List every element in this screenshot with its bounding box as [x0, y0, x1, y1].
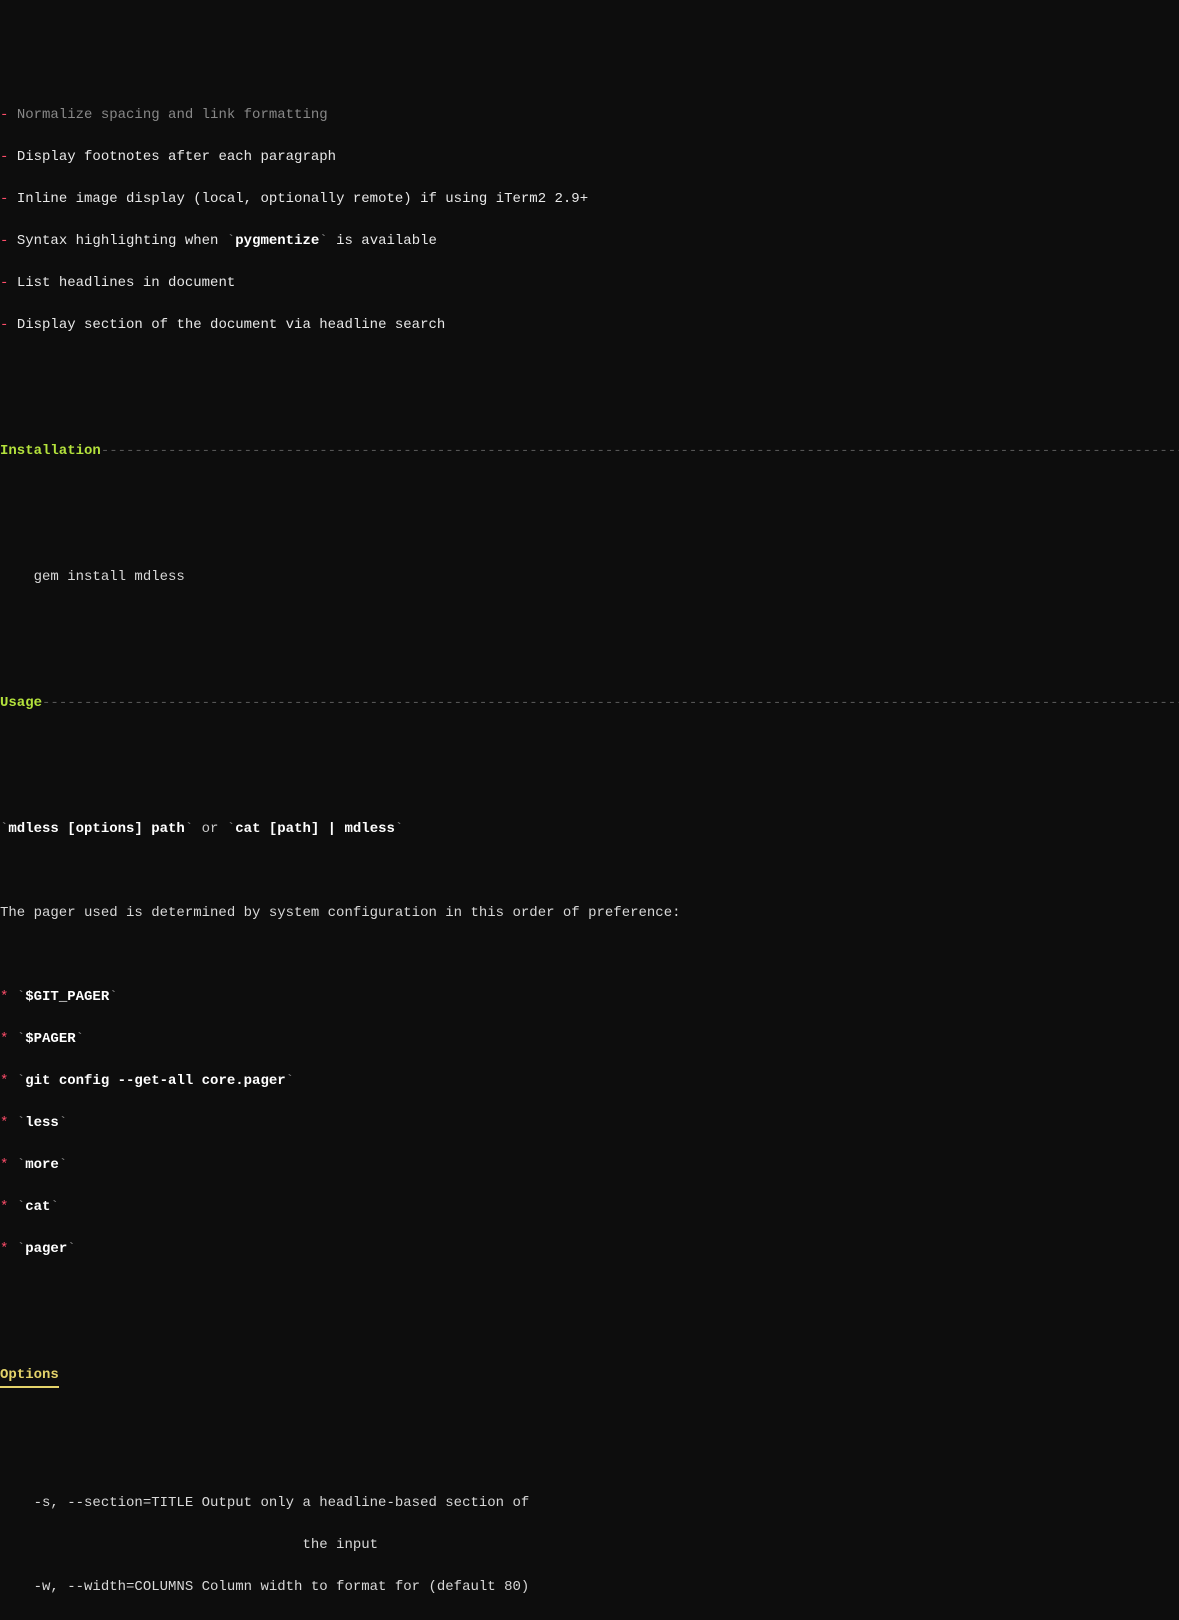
blank-line	[0, 525, 1179, 546]
blank-line	[0, 1409, 1179, 1430]
pager-item: * `$GIT_PAGER`	[0, 987, 1179, 1008]
feature-item: - Inline image display (local, optionall…	[0, 189, 1179, 210]
heading-options: Options	[0, 1365, 1179, 1388]
feature-truncated: - Normalize spacing and link formatting	[0, 105, 1179, 126]
blank-line	[0, 1451, 1179, 1472]
blank-line	[0, 483, 1179, 504]
pager-item: * `git config --get-all core.pager`	[0, 1071, 1179, 1092]
pager-item: * `$PAGER`	[0, 1029, 1179, 1050]
pager-item: * `more`	[0, 1155, 1179, 1176]
feature-item: - Display section of the document via he…	[0, 315, 1179, 336]
option-line: -p, --[no-]pager Formatted output to pag…	[0, 1619, 1179, 1620]
pager-item: * `less`	[0, 1113, 1179, 1134]
feature-item: - Display footnotes after each paragraph	[0, 147, 1179, 168]
blank-line	[0, 735, 1179, 756]
blank-line	[0, 357, 1179, 378]
feature-item: - List headlines in document	[0, 273, 1179, 294]
blank-line	[0, 609, 1179, 630]
heading-installation: Installation ---------------------------…	[0, 441, 1179, 462]
blank-line	[0, 945, 1179, 966]
blank-line	[0, 1281, 1179, 1302]
blank-line	[0, 861, 1179, 882]
install-code: gem install mdless	[0, 567, 1179, 588]
blank-line	[0, 777, 1179, 798]
option-line: -w, --width=COLUMNS Column width to form…	[0, 1577, 1179, 1598]
pager-item: * `cat`	[0, 1197, 1179, 1218]
blank-line	[0, 1323, 1179, 1344]
heading-usage: Usage ----------------------------------…	[0, 693, 1179, 714]
blank-line	[0, 399, 1179, 420]
terminal-output: - Normalize spacing and link formatting …	[0, 84, 1179, 1620]
feature-item: - Syntax highlighting when `pygmentize` …	[0, 231, 1179, 252]
usage-syntax: `mdless [options] path` or `cat [path] |…	[0, 819, 1179, 840]
usage-desc: The pager used is determined by system c…	[0, 903, 1179, 924]
option-line: the input	[0, 1535, 1179, 1556]
blank-line	[0, 651, 1179, 672]
pager-item: * `pager`	[0, 1239, 1179, 1260]
option-line: -s, --section=TITLE Output only a headli…	[0, 1493, 1179, 1514]
